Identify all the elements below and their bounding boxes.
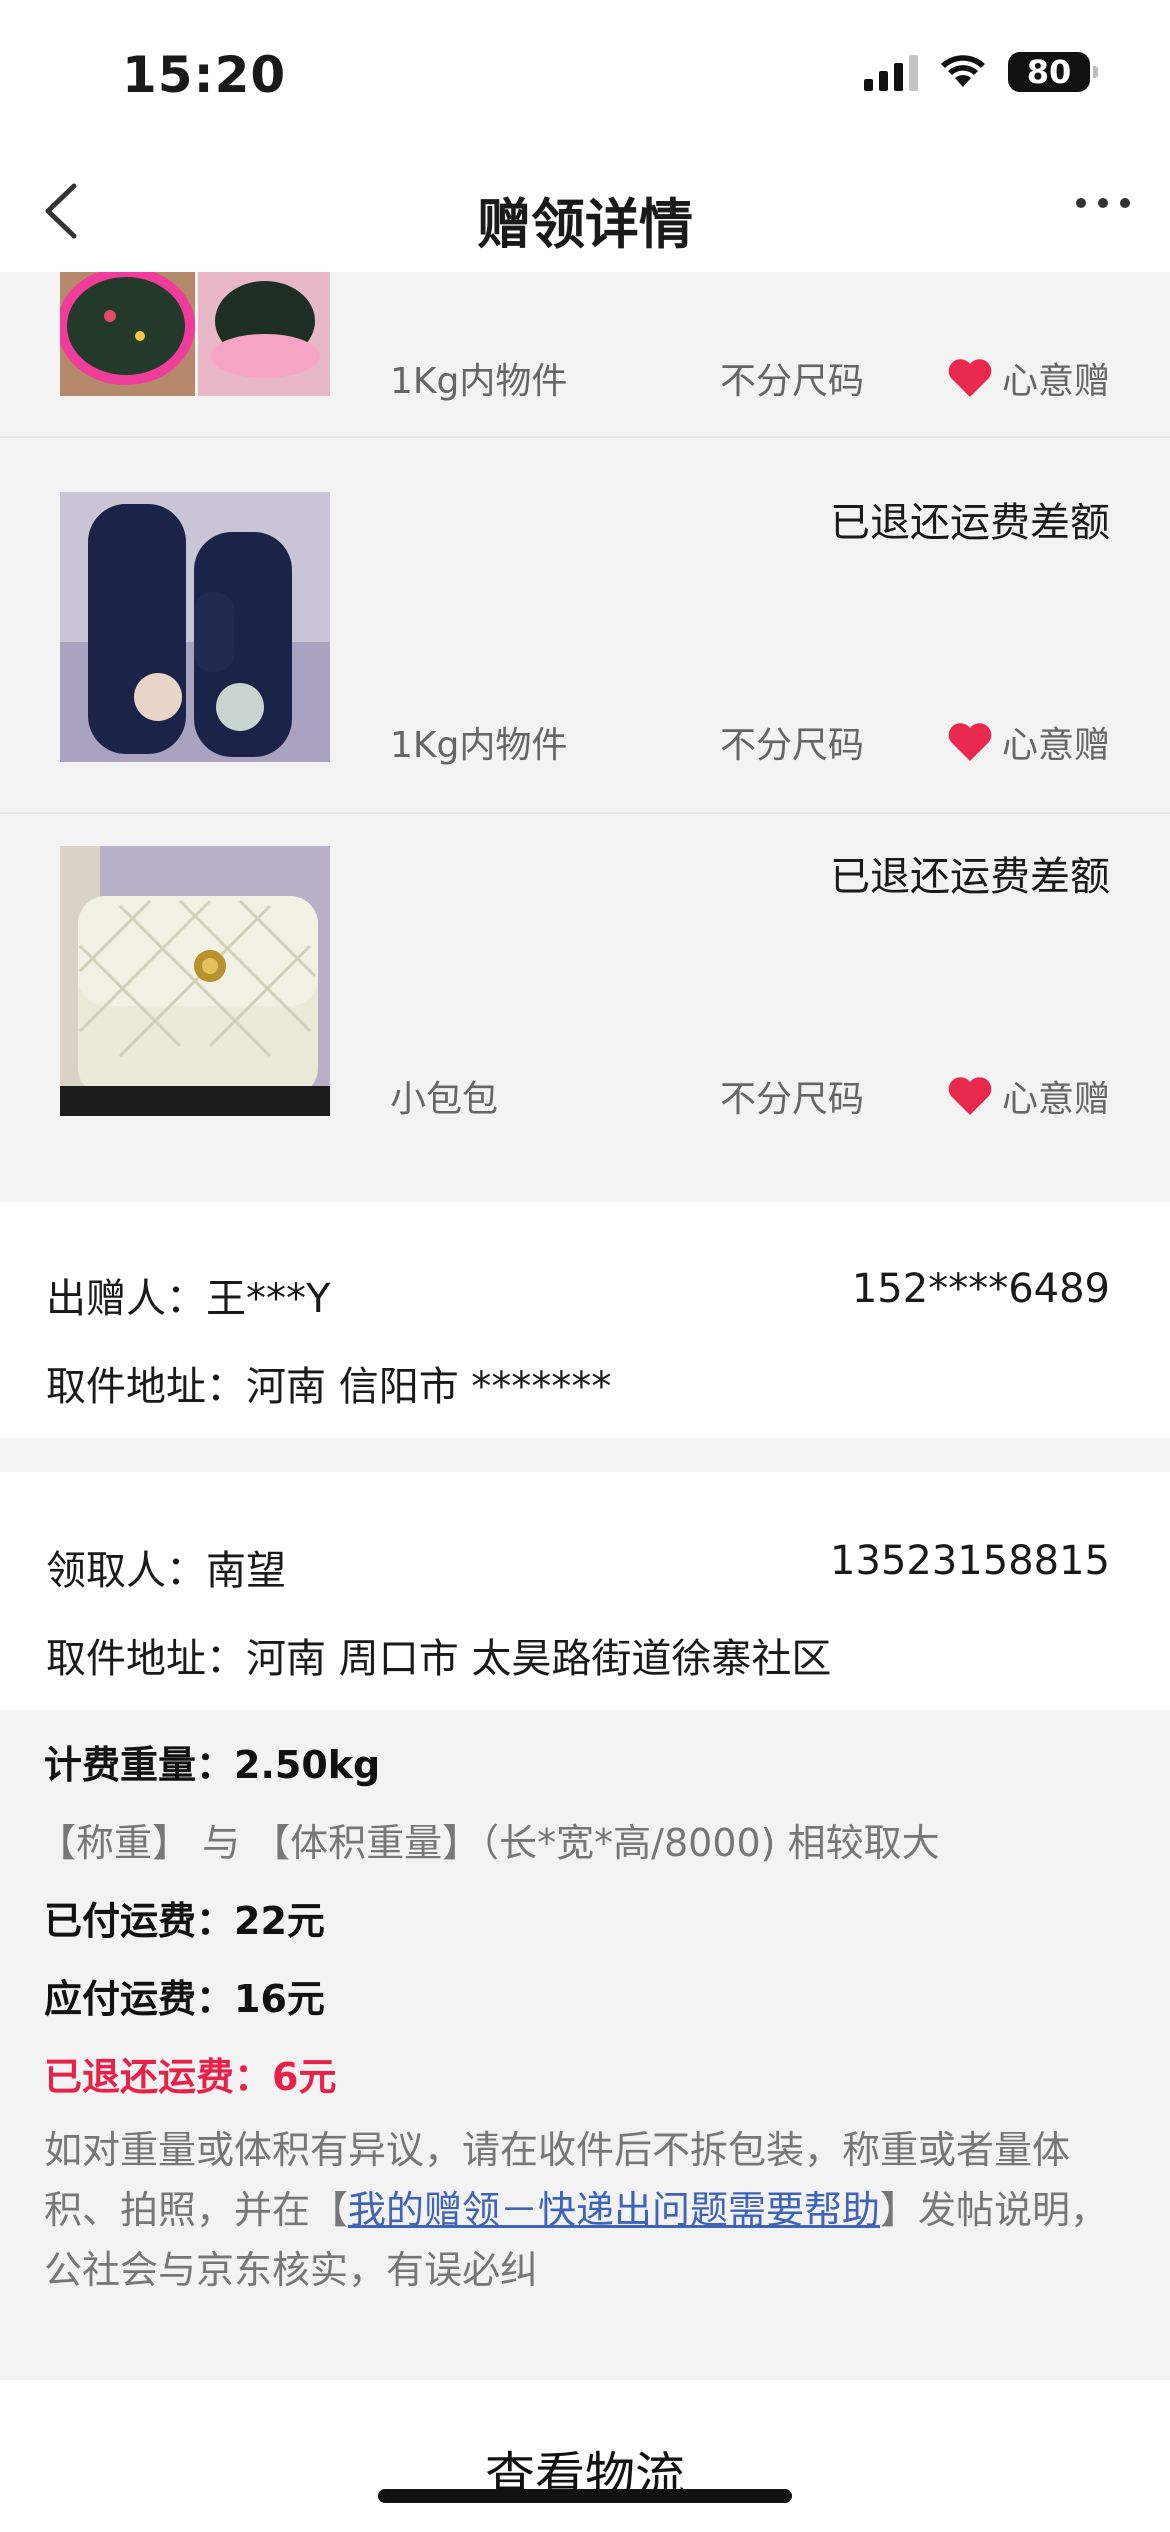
billing-weight: 计费重量：2.50kg <box>44 1743 381 1787</box>
item-meta: 1Kg内物件 不分尺码 心意赠 <box>390 352 1110 404</box>
item-status: 已退还运费差额 <box>830 854 1110 900</box>
status-icons: 80 <box>864 52 1098 92</box>
weight-rule: 【称重】 与 【体积重量】（长*宽*高/8000) 相较取大 <box>38 1821 940 1865</box>
shipping-fee-info: 计费重量：2.50kg 【称重】 与 【体积重量】（长*宽*高/8000) 相较… <box>0 1710 1170 2380</box>
item-size: 不分尺码 <box>720 725 865 766</box>
item-photo <box>60 492 330 762</box>
item-meta: 1Kg内物件 不分尺码 心意赠 <box>390 716 1110 768</box>
item-size: 不分尺码 <box>720 1079 865 1120</box>
nav-bar: 赠领详情 <box>0 150 1170 272</box>
list-item[interactable]: 已退还运费差额 小包包 不分尺码 心意赠 <box>0 814 1170 1168</box>
list-item[interactable]: 已退还运费差额 1Kg内物件 不分尺码 心意赠 <box>0 460 1170 814</box>
gift-type: 心意赠 <box>946 1070 1110 1122</box>
section-divider <box>0 1438 1170 1472</box>
gift-type: 心意赠 <box>946 352 1110 404</box>
help-post-link[interactable]: 我的赠领－快递出问题需要帮助 <box>348 2188 880 2232</box>
receiver-phone[interactable]: 13523158815 <box>830 1538 1110 1596</box>
giver-address: 河南 信阳市 ******* <box>246 1364 612 1410</box>
heart-icon <box>948 1077 992 1115</box>
gift-type-label: 心意赠 <box>1001 361 1110 402</box>
more-options-icon[interactable] <box>1076 198 1130 208</box>
giver-name-field: 出赠人：王***Y <box>46 1276 331 1322</box>
page-title: 赠领详情 <box>477 193 693 256</box>
battery-icon: 80 <box>1008 52 1098 92</box>
receiver-address-row: 取件地址： 河南 周口市 太昊路街道徐寨社区 <box>46 1626 1110 1684</box>
giver-phone[interactable]: 152****6489 <box>852 1266 1110 1324</box>
receiver-info: 领取人：南望 13523158815 取件地址： 河南 周口市 太昊路街道徐寨社区 <box>0 1472 1170 1710</box>
gift-type: 心意赠 <box>946 716 1110 768</box>
refunded-fee: 已退还运费：6元 <box>44 2055 337 2099</box>
item-weight: 1Kg内物件 <box>390 361 568 402</box>
dispute-notice: 如对重量或体积有异议，请在收件后不拆包装，称重或者量体积、拍照，并在【我的赠领－… <box>44 2128 1109 2292</box>
item-photo <box>60 272 330 396</box>
list-item[interactable]: 1Kg内物件 不分尺码 心意赠 <box>0 272 1170 438</box>
bottom-bar: 查看物流 <box>0 2380 1170 2532</box>
item-meta: 小包包 不分尺码 心意赠 <box>390 1070 1110 1122</box>
status-bar: 15:20 80 <box>0 0 1170 150</box>
item-size: 不分尺码 <box>720 361 865 402</box>
receiver-row: 领取人：南望 13523158815 <box>46 1538 1110 1596</box>
gift-type-label: 心意赠 <box>1001 725 1110 766</box>
giver-row: 出赠人：王***Y 152****6489 <box>46 1266 1110 1324</box>
item-photo <box>60 846 330 1116</box>
receiver-address: 河南 周口市 太昊路街道徐寨社区 <box>246 1636 832 1682</box>
item-weight: 小包包 <box>390 1079 499 1120</box>
cellular-signal-icon <box>864 53 918 91</box>
wifi-icon <box>941 55 985 87</box>
due-fee: 应付运费：16元 <box>44 1977 325 2021</box>
status-time: 15:20 <box>122 46 287 104</box>
receiver-name-field: 领取人：南望 <box>46 1548 286 1594</box>
heart-icon <box>948 723 992 761</box>
battery-level: 80 <box>1026 53 1072 91</box>
item-weight: 1Kg内物件 <box>390 725 568 766</box>
gift-items-list: 1Kg内物件 不分尺码 心意赠 已退还运费差额 1Kg内物件 不分尺码 心意赠 … <box>0 272 1170 1202</box>
home-indicator <box>378 2489 792 2503</box>
item-status: 已退还运费差额 <box>830 500 1110 546</box>
giver-address-row: 取件地址： 河南 信阳市 ******* <box>46 1354 1110 1412</box>
heart-icon <box>948 359 992 397</box>
paid-fee: 已付运费：22元 <box>44 1899 325 1943</box>
gift-type-label: 心意赠 <box>1001 1079 1110 1120</box>
giver-info: 出赠人：王***Y 152****6489 取件地址： 河南 信阳市 ******… <box>0 1202 1170 1438</box>
